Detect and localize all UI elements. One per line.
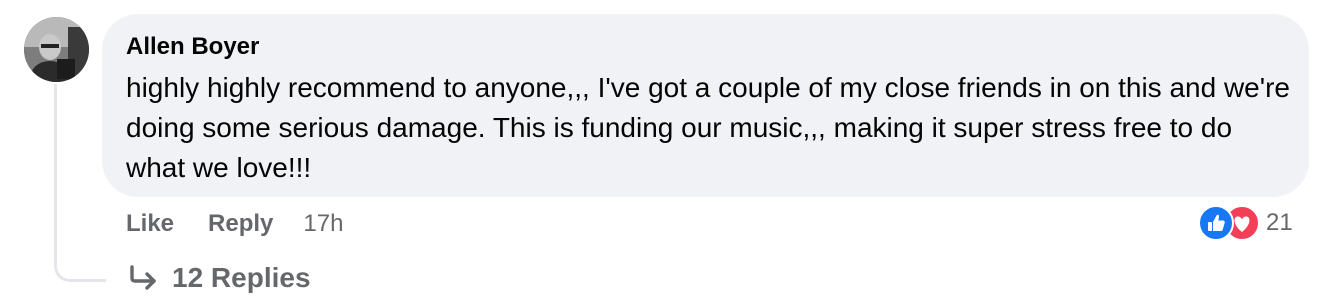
avatar[interactable] [24,17,89,82]
reply-arrow-icon [128,265,158,291]
comment-bubble: Allen Boyer highly highly recommend to a… [102,14,1309,197]
view-replies-button[interactable]: 12 Replies [128,258,311,298]
comment-text: highly highly recommend to anyone,,, I'v… [126,72,1298,183]
reaction-icons [1196,204,1268,242]
comment-actions: Like Reply 17h [126,204,343,244]
reply-button[interactable]: Reply [208,210,273,238]
like-icon [1198,205,1234,241]
user-photo-icon [24,17,89,82]
thread-connector-line [54,84,106,282]
reaction-count: 21 [1266,209,1293,236]
comment-author[interactable]: Allen Boyer [126,32,1285,62]
replies-count-label: 12 Replies [172,262,311,293]
like-button[interactable]: Like [126,210,174,238]
comment-timestamp[interactable]: 17h [303,210,343,238]
reaction-summary[interactable]: 21 [1196,204,1293,242]
